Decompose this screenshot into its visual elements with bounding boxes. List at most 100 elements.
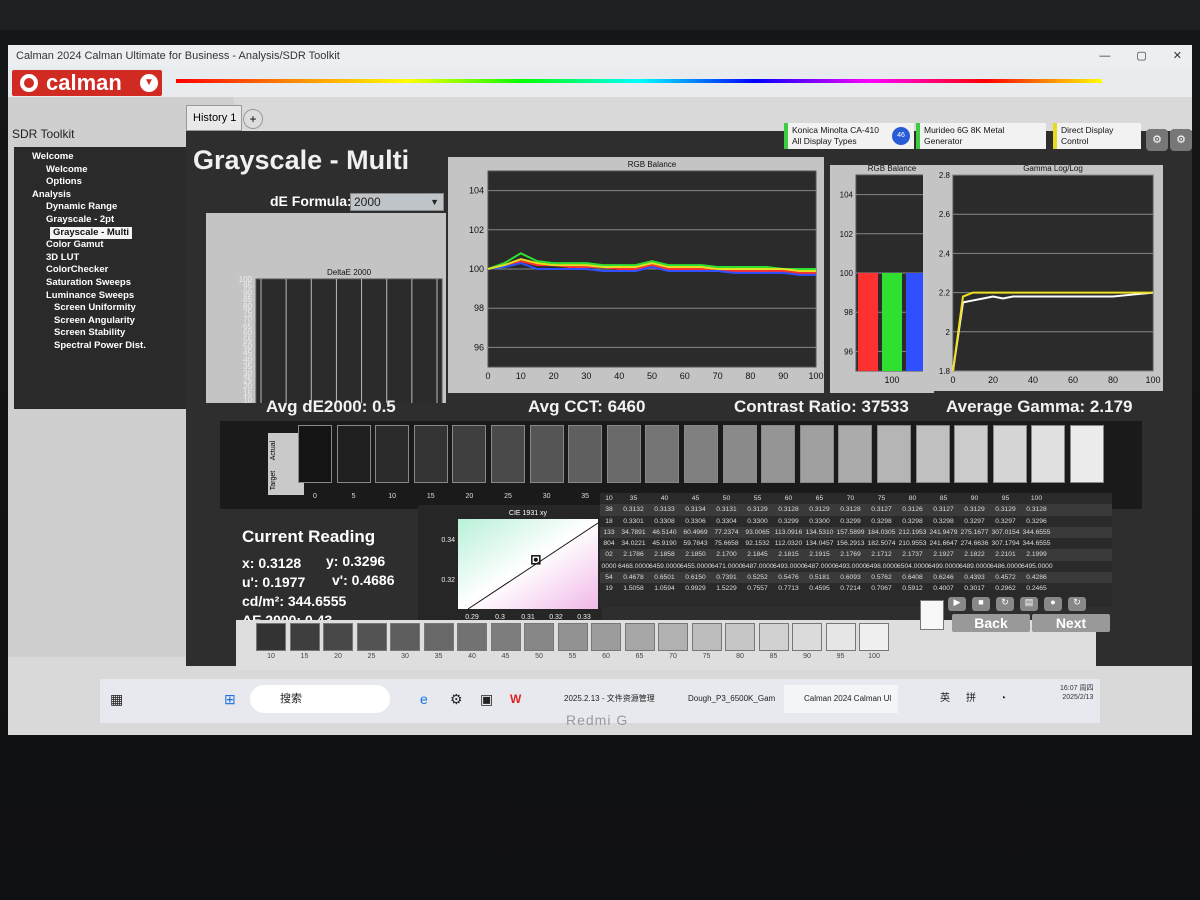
table-cell: 157.5899 (836, 528, 865, 536)
grayscale-swatch[interactable] (684, 425, 718, 483)
grayscale-swatch[interactable] (954, 425, 989, 483)
bottom-swatch[interactable] (356, 623, 387, 651)
grayscale-swatch[interactable] (413, 425, 448, 483)
bottom-swatch[interactable] (490, 623, 521, 651)
y-tick-label: 104 (840, 191, 854, 200)
ime-english[interactable]: 英 (940, 685, 954, 713)
display-control-selector[interactable]: Direct Display Control (1053, 123, 1141, 149)
swatch-label: 0 (313, 493, 317, 500)
wifi-icon[interactable]: ◔ (1000, 685, 1028, 713)
bottom-swatch[interactable] (591, 623, 621, 651)
measure-toolbar: ▶ ■ ↻ ▤ ● ↻ (948, 597, 1104, 613)
menubar: calman ▼ (8, 67, 1192, 97)
play-icon[interactable]: ▶ (948, 597, 966, 611)
bottom-swatch[interactable] (792, 623, 822, 651)
bottom-swatch[interactable] (256, 623, 286, 651)
sidebar-item-label: Analysis (32, 188, 72, 200)
grayscale-swatch[interactable] (645, 425, 680, 483)
wps-icon[interactable]: W (510, 685, 534, 713)
bottom-swatch[interactable] (825, 623, 856, 651)
save-icon[interactable]: ▤ (1020, 597, 1038, 611)
close-button[interactable]: ✕ (1173, 45, 1182, 67)
bottom-swatch[interactable] (289, 623, 320, 651)
table-cell: 0.6150 (685, 574, 706, 582)
start-icon[interactable]: ⊞ (224, 685, 244, 713)
grayscale-swatch[interactable] (298, 425, 332, 483)
table-cell: 34.7891 (621, 528, 646, 536)
table-cell: 0.3128 (840, 506, 861, 514)
grayscale-swatch[interactable] (992, 425, 1027, 483)
bottom-swatch[interactable] (524, 623, 554, 651)
bottom-swatch[interactable] (423, 623, 454, 651)
grayscale-swatch[interactable] (452, 425, 487, 483)
de-formula-select[interactable]: 2000 ▼ (350, 193, 444, 211)
grayscale-swatch[interactable] (877, 425, 911, 483)
taskbar-search[interactable]: 搜索 (250, 685, 390, 713)
taskbar-explorer[interactable]: 2025.2.13 - 文件资源管理 (542, 685, 664, 713)
grayscale-swatch[interactable] (336, 425, 371, 483)
grayscale-swatch[interactable] (1031, 425, 1066, 483)
table-cell: 95 (1001, 495, 1010, 502)
table-cell: 307.0154 (991, 528, 1020, 536)
stop-button[interactable] (920, 600, 944, 630)
stop-icon[interactable]: ■ (972, 597, 990, 611)
remote-desktop-icon[interactable]: ▣ (480, 685, 500, 713)
table-cell: 0.9929 (685, 585, 706, 593)
settings-icon[interactable]: ⚙ (450, 685, 470, 713)
refresh-icon[interactable]: ↻ (1068, 597, 1086, 611)
bottom-swatch[interactable] (390, 623, 420, 651)
y-tick-label: 2.6 (939, 210, 951, 219)
generator-selector[interactable]: Murideo 6G 8K Metal Generator (916, 123, 1046, 149)
table-cell: 93.0065 (745, 528, 770, 536)
table-cell: 0.4393 (964, 574, 985, 582)
edge-icon[interactable]: e (420, 685, 440, 713)
grayscale-swatch[interactable] (1070, 425, 1104, 483)
taskbar-dough-label: Dough_P3_6500K_Gam (688, 694, 776, 703)
next-button[interactable]: Next (1032, 614, 1110, 632)
x-tick-label: 100 (1145, 375, 1160, 385)
grayscale-swatch[interactable] (529, 425, 564, 483)
minimize-button[interactable]: — (1099, 45, 1110, 67)
calman-menu-button[interactable]: calman ▼ (12, 70, 162, 96)
bottom-swatch[interactable] (859, 623, 889, 651)
taskbar-calman[interactable]: Calman 2024 Calman Ul (784, 685, 898, 713)
y-tick-label: 0.34 (441, 537, 455, 544)
widgets-icon[interactable]: ▦ (110, 685, 130, 713)
grayscale-swatch[interactable] (799, 425, 834, 483)
grayscale-swatch[interactable] (915, 425, 950, 483)
grayscale-swatch[interactable] (761, 425, 796, 483)
taskbar-clock[interactable]: 16:07 周四 2025/2/13 (1060, 684, 1093, 702)
maximize-button[interactable]: ▢ (1136, 45, 1146, 67)
add-tab-button[interactable]: + (243, 109, 263, 129)
table-cell: 1.0594 (654, 585, 675, 593)
swatch-label: 35 (581, 493, 590, 500)
grayscale-swatch[interactable] (375, 425, 410, 483)
tab-history-1[interactable]: History 1 (186, 105, 242, 131)
record-icon[interactable]: ● (1044, 597, 1062, 611)
bottom-swatch[interactable] (725, 623, 755, 651)
table-cell: 6489.0000 (959, 562, 991, 570)
bottom-swatch[interactable] (691, 623, 722, 651)
table-cell: 0.6246 (933, 574, 954, 582)
taskbar-dough[interactable]: Dough_P3_6500K_Gam (668, 685, 780, 713)
table-cell: 45.9190 (652, 540, 677, 548)
bottom-swatch[interactable] (323, 623, 353, 651)
bottom-swatch[interactable] (457, 623, 487, 651)
grayscale-swatch[interactable] (722, 425, 757, 483)
bottom-swatch[interactable] (557, 623, 588, 651)
repeat-icon[interactable]: ↻ (996, 597, 1014, 611)
bottom-swatch[interactable] (758, 623, 789, 651)
bottom-swatch[interactable] (658, 623, 688, 651)
ime-pinyin[interactable]: 拼 (966, 685, 980, 713)
grayscale-swatch[interactable] (606, 425, 641, 483)
back-button[interactable]: Back (952, 614, 1030, 632)
gear-icon[interactable]: ⚙ (1146, 129, 1168, 151)
actual-label: Actual (270, 440, 278, 461)
grayscale-swatch[interactable] (568, 425, 603, 483)
settings-icon[interactable]: ⚙ (1170, 129, 1192, 151)
grayscale-swatch[interactable] (491, 425, 525, 483)
grayscale-swatch[interactable] (838, 425, 873, 483)
table-cell: 70 (846, 495, 855, 502)
bottom-swatch[interactable] (624, 623, 655, 651)
table-cell: 55 (753, 495, 762, 502)
